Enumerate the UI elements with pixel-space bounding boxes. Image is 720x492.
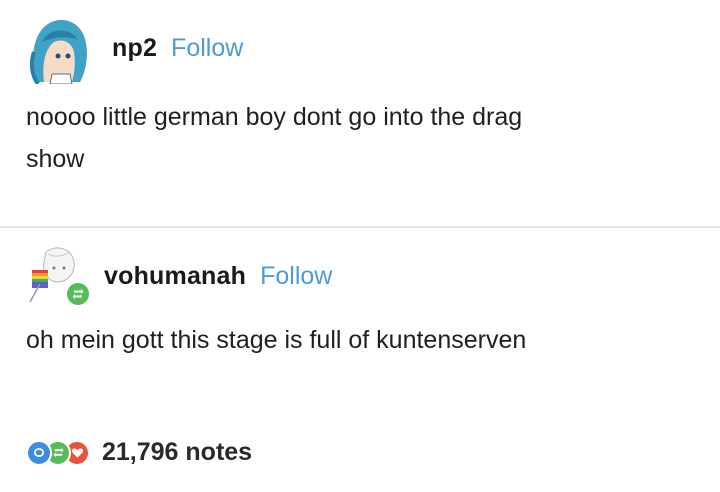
- reply-icon: [26, 439, 52, 466]
- notes-count[interactable]: 21,796 notes: [102, 438, 252, 467]
- np2-post-line-2: show: [26, 145, 85, 173]
- anime-avatar-blue-hair-icon: [22, 12, 94, 84]
- vohumanah-follow-button[interactable]: Follow: [260, 262, 332, 291]
- reblog-icon: [72, 289, 84, 299]
- np2-username[interactable]: np2: [112, 34, 157, 63]
- np2-header: np2 Follow: [112, 34, 243, 63]
- vohumanah-post-body: oh mein gott this stage is full of kunte…: [26, 326, 527, 354]
- vohumanah-header: vohumanah Follow: [104, 262, 332, 291]
- np2-post-line-1: noooo little german boy dont go into the…: [26, 103, 523, 131]
- np2-follow-button[interactable]: Follow: [171, 34, 243, 63]
- notes-bar[interactable]: 21,796 notes: [26, 438, 252, 467]
- reblog-badge: [65, 281, 91, 307]
- vohumanah-username[interactable]: vohumanah: [104, 262, 246, 291]
- np2-post-body: noooo little german boy dont go into the…: [26, 96, 522, 180]
- np2-avatar[interactable]: [22, 12, 94, 84]
- post-divider: [0, 226, 720, 228]
